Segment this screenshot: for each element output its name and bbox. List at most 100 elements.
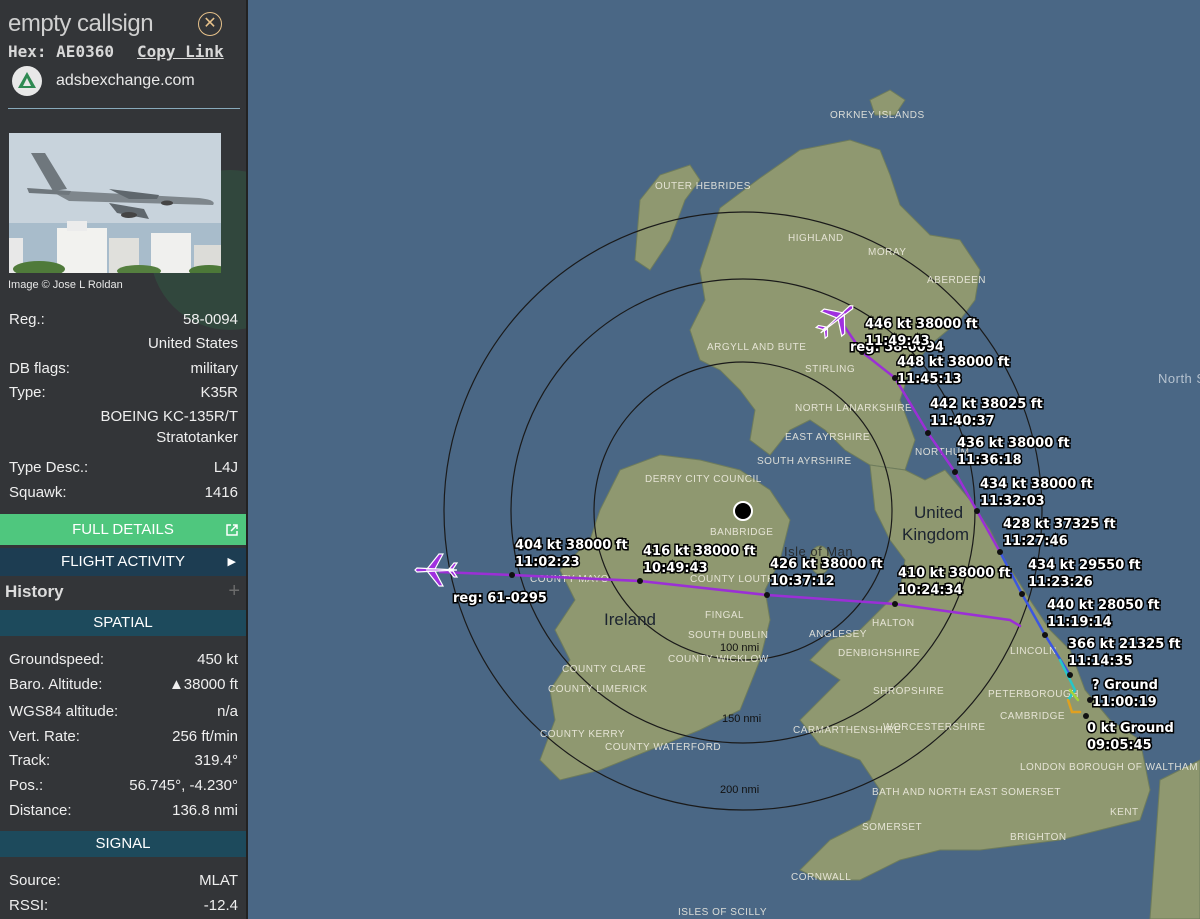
- track-point: [764, 592, 770, 598]
- aircraft-reg-label-other: reg: 61-0295: [453, 591, 547, 606]
- expand-plus-icon[interactable]: +: [228, 580, 240, 603]
- track-label-speed-alt: 428 kt 37325 ft: [1003, 517, 1116, 532]
- copy-link[interactable]: Copy Link: [137, 42, 224, 61]
- track-label-time: 10:24:34: [898, 583, 963, 598]
- type-name-line-2: Stratotanker: [156, 429, 238, 446]
- track-point: [952, 469, 958, 475]
- region-label: ABERDEEN: [927, 275, 986, 286]
- full-details-button[interactable]: FULL DETAILS: [0, 514, 246, 545]
- pos-label: Pos.:: [9, 777, 44, 794]
- region-label: SHROPSHIRE: [873, 686, 944, 697]
- track-label-speed-alt: 426 kt 38000 ft: [770, 557, 883, 572]
- region-label: MORAY: [868, 247, 906, 258]
- region-label: CARMARTHENSHIRE: [793, 725, 901, 736]
- reg-label: Reg.:: [9, 311, 45, 328]
- track-label-speed-alt: 434 kt 29550 ft: [1028, 558, 1141, 573]
- region-label: BRIGHTON: [1010, 832, 1067, 843]
- distance-value: 136.8 nmi: [172, 802, 238, 819]
- region-label: DERRY CITY COUNCIL: [645, 474, 762, 485]
- wgs84-altitude-label: WGS84 altitude:: [9, 703, 119, 720]
- country-label-ireland: Ireland: [604, 610, 656, 629]
- region-label: LINCOLN: [1010, 646, 1057, 657]
- region-label: BATH AND NORTH EAST SOMERSET: [872, 787, 1061, 798]
- type-name-line-1: BOEING KC-135R/T: [100, 408, 238, 425]
- track-point: [997, 549, 1003, 555]
- track-label-speed-alt: 0 kt Ground: [1087, 721, 1174, 736]
- track-label: Track:: [9, 752, 51, 769]
- rssi-value: -12.4: [203, 897, 238, 914]
- flight-activity-label: FLIGHT ACTIVITY: [61, 553, 185, 570]
- callsign-title: empty callsign: [8, 10, 154, 37]
- region-label: COUNTY KERRY: [540, 729, 625, 740]
- region-label: DENBIGHSHIRE: [838, 648, 920, 659]
- reg-value: 58-0094: [182, 311, 238, 328]
- region-label: ORKNEY ISLANDS: [830, 110, 925, 121]
- wgs84-altitude-value: n/a: [217, 703, 238, 720]
- squawk-value: 1416: [204, 484, 238, 501]
- region-label: CAMBRIDGE: [1000, 711, 1065, 722]
- distance-label: Distance:: [9, 802, 72, 819]
- vert-rate-label: Vert. Rate:: [9, 728, 80, 745]
- track-label-speed-alt: 446 kt 38000 ft: [865, 317, 978, 332]
- track-label-time: 11:45:13: [897, 372, 962, 387]
- track-label-time: 09:05:45: [1087, 738, 1152, 753]
- region-label: NORTH LANARKSHIRE: [795, 403, 912, 414]
- region-label: HIGHLAND: [788, 233, 844, 244]
- region-label: ARGYLL AND BUTE: [707, 342, 806, 353]
- track-label-time: 11:23:26: [1028, 575, 1093, 590]
- region-label: COUNTY WATERFORD: [605, 742, 721, 753]
- track-label-speed-alt: 434 kt 38000 ft: [980, 477, 1093, 492]
- divider: [8, 108, 240, 109]
- region-label: HALTON: [872, 618, 915, 629]
- region-label: FINGAL: [705, 610, 744, 621]
- baro-altitude-label: Baro. Altitude:: [9, 676, 103, 693]
- site-link[interactable]: adsbexchange.com: [56, 72, 195, 90]
- hex-label: Hex:: [8, 42, 47, 61]
- track-label-time: 11:02:23: [515, 555, 580, 570]
- track-point: [1042, 632, 1048, 638]
- receiver-location-icon: [733, 501, 753, 521]
- track-point: [925, 430, 931, 436]
- spatial-header: SPATIAL: [0, 610, 246, 636]
- track-point: [637, 578, 643, 584]
- dbflags-label: DB flags:: [9, 360, 70, 377]
- track-label-time: 11:27:46: [1003, 534, 1068, 549]
- hex-value: AE0360: [56, 42, 114, 61]
- aircraft-info-panel: empty callsign ✕ Hex: AE0360 Copy Link a…: [0, 0, 248, 919]
- sea-label: North S: [1158, 371, 1200, 386]
- groundspeed-label: Groundspeed:: [9, 651, 105, 668]
- track-label-speed-alt: 436 kt 38000 ft: [957, 436, 1070, 451]
- track-label-speed-alt: 410 kt 38000 ft: [898, 566, 1011, 581]
- region-label: SOMERSET: [862, 822, 922, 833]
- country-label-uk: United: [914, 503, 963, 522]
- region-label: COUNTY LIMERICK: [548, 684, 648, 695]
- squawk-label: Squawk:: [9, 484, 67, 501]
- track-label-speed-alt: 448 kt 38000 ft: [897, 355, 1010, 370]
- track-label-time: 10:37:12: [770, 574, 835, 589]
- track-label-time: 11:14:35: [1068, 654, 1133, 669]
- vert-rate-value: 256 ft/min: [172, 728, 238, 745]
- region-label: OUTER HEBRIDES: [655, 181, 751, 192]
- track-label-speed-alt: 404 kt 38000 ft: [515, 538, 628, 553]
- adsbexchange-logo-icon: [12, 66, 42, 96]
- track-point: [892, 601, 898, 607]
- track-label-time: 11:00:19: [1092, 695, 1157, 710]
- hex-code: Hex: AE0360: [8, 42, 114, 61]
- region-label: CORNWALL: [791, 872, 851, 883]
- baro-altitude-value: ▲38000 ft: [168, 676, 238, 693]
- track-label-speed-alt: 442 kt 38025 ft: [930, 397, 1043, 412]
- region-label: LONDON BOROUGH OF WALTHAM FOREST: [1020, 762, 1200, 773]
- track-label-speed-alt: ? Ground: [1092, 678, 1158, 693]
- region-label: EAST AYRSHIRE: [785, 432, 870, 443]
- aircraft-photo[interactable]: [9, 133, 221, 273]
- play-arrow-icon: ▶: [227, 556, 236, 568]
- region-label: PETERBOROUGH: [988, 689, 1079, 700]
- region-label: COUNTY CLARE: [562, 664, 646, 675]
- history-heading[interactable]: History: [5, 582, 64, 602]
- close-icon[interactable]: ✕: [198, 12, 222, 36]
- full-details-label: FULL DETAILS: [72, 521, 174, 538]
- flight-activity-button[interactable]: FLIGHT ACTIVITY ▶: [0, 548, 246, 576]
- track-point: [509, 572, 515, 578]
- flight-map[interactable]: 100 nmi 150 nmi 200 nmi ORKNEY ISLANDS O…: [248, 0, 1200, 919]
- dbflags-value: military: [190, 360, 239, 377]
